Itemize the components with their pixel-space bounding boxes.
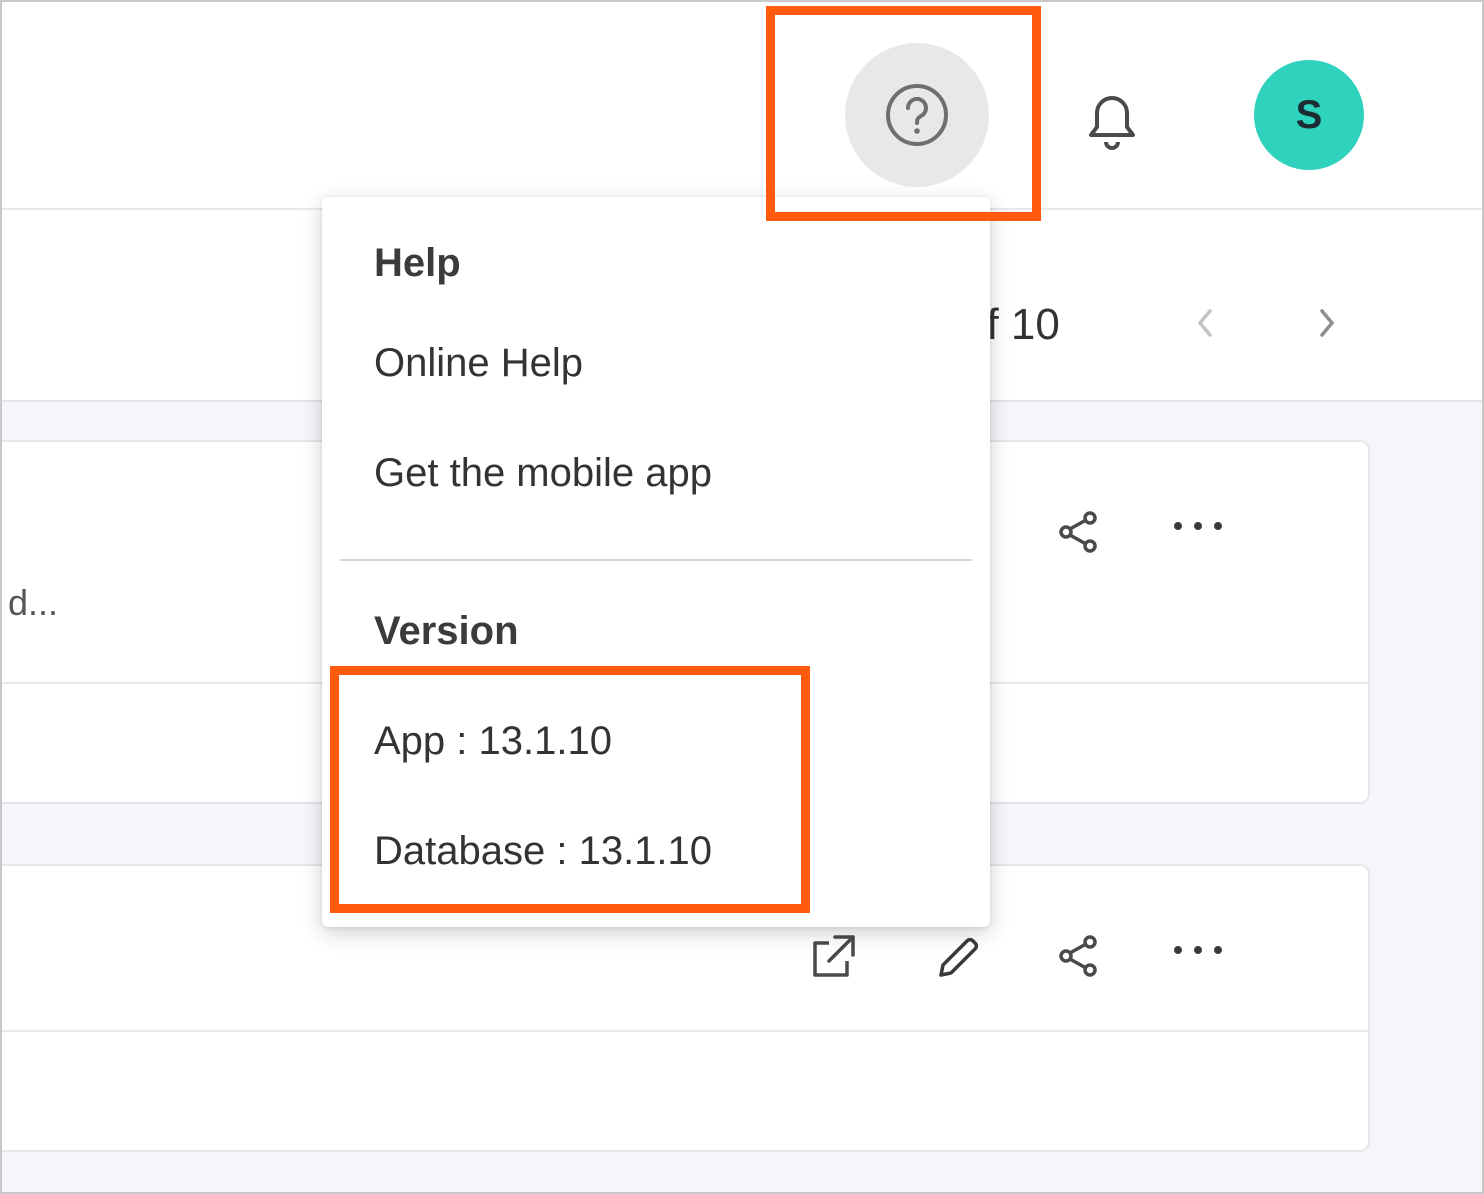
help-menu: Help Online Help Get the mobile app Vers… bbox=[322, 197, 990, 927]
top-header: S bbox=[2, 2, 1482, 210]
share-button[interactable] bbox=[1050, 504, 1106, 560]
get-mobile-app-item[interactable]: Get the mobile app bbox=[374, 451, 712, 496]
chevron-right-icon bbox=[1320, 309, 1335, 337]
edit-button[interactable] bbox=[928, 928, 984, 984]
open-external-button[interactable] bbox=[804, 928, 860, 984]
card-divider bbox=[2, 1030, 1368, 1032]
notifications-button[interactable] bbox=[1074, 80, 1150, 156]
question-circle-icon bbox=[886, 84, 948, 146]
card-snippet: d... bbox=[8, 582, 59, 623]
pager-next-button[interactable] bbox=[1307, 298, 1347, 348]
share-icon bbox=[1059, 935, 1097, 977]
more-options-button[interactable] bbox=[1170, 498, 1226, 554]
user-avatar[interactable]: S bbox=[1254, 60, 1364, 170]
more-icon bbox=[1174, 946, 1222, 954]
open-external-icon bbox=[813, 935, 855, 977]
menu-divider bbox=[340, 559, 972, 561]
chevron-left-icon bbox=[1197, 309, 1212, 337]
pager-prev-button[interactable] bbox=[1185, 298, 1225, 348]
edit-icon bbox=[939, 937, 979, 977]
share-icon bbox=[1059, 511, 1097, 553]
app-window: S of 10 d... Help Online Help Get the mo… bbox=[0, 0, 1484, 1194]
bell-icon bbox=[1089, 96, 1135, 150]
version-heading: Version bbox=[374, 609, 519, 653]
more-icon bbox=[1174, 522, 1222, 530]
database-version: Database : 13.1.10 bbox=[374, 829, 713, 873]
online-help-item[interactable]: Online Help bbox=[374, 341, 583, 386]
help-menu-heading: Help bbox=[374, 241, 461, 285]
help-button[interactable] bbox=[845, 43, 989, 187]
app-version: App : 13.1.10 bbox=[374, 719, 612, 763]
more-options-button[interactable] bbox=[1170, 922, 1226, 978]
share-button[interactable] bbox=[1050, 928, 1106, 984]
avatar-initial: S bbox=[1295, 92, 1323, 137]
